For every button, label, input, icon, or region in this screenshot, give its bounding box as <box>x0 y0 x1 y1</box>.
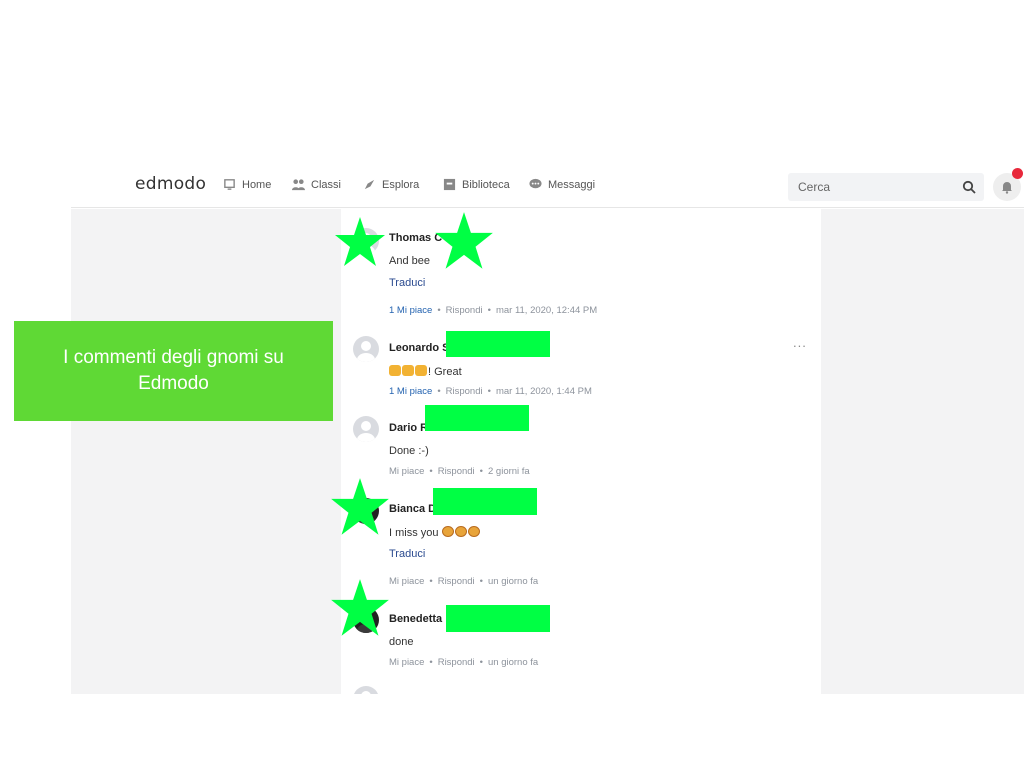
comment-author[interactable]: Dario R <box>389 422 428 434</box>
clapping-hands-icon <box>389 365 401 376</box>
like-button[interactable]: Mi piace <box>389 466 424 477</box>
caption-text: I commenti degli gnomi su Edmodo <box>63 347 284 394</box>
nav-explore[interactable]: Esplora <box>363 178 419 191</box>
comment-author[interactable]: Leonardo S <box>389 342 450 354</box>
notifications-button[interactable] <box>993 168 1023 201</box>
star-icon <box>331 478 389 535</box>
comment-meta: Mi piace • Rispondi • un giorno fa <box>389 657 539 668</box>
reply-button[interactable]: Rispondi <box>446 305 483 316</box>
reply-button[interactable]: Rispondi <box>438 657 475 668</box>
name-redaction <box>446 331 550 357</box>
explore-icon <box>364 179 375 190</box>
crying-face-icon <box>454 526 467 537</box>
name-redaction <box>425 405 529 431</box>
star-icon <box>335 217 385 266</box>
star-icon <box>435 212 493 269</box>
avatar[interactable] <box>353 416 379 442</box>
timestamp: un giorno fa <box>488 576 539 587</box>
reply-button[interactable]: Rispondi <box>446 386 483 397</box>
search-placeholder: Cerca <box>798 180 831 194</box>
nav-messages[interactable]: Messaggi <box>529 178 595 191</box>
comment-text: done <box>389 636 414 648</box>
comment-text-value: ! Great <box>428 366 462 378</box>
search-input[interactable]: Cerca <box>788 173 984 201</box>
like-button[interactable]: 1 Mi piace <box>389 386 432 397</box>
nav-home[interactable]: Home <box>223 178 271 191</box>
avatar[interactable] <box>353 686 379 694</box>
star-icon <box>331 579 389 636</box>
comment-text-value: I miss you <box>389 527 439 539</box>
comment-text: ! Great <box>389 365 462 378</box>
comment-thread: Thomas C And bee Traduci 1 Mi piace • Risp… <box>341 209 821 694</box>
search-icon[interactable] <box>962 180 976 194</box>
name-redaction <box>433 488 537 515</box>
top-navigation-bar: edmodo Home Classi Esplora Biblioteca Me… <box>71 164 1024 208</box>
comment-meta: 1 Mi piace • Rispondi • mar 11, 2020, 1:44 P… <box>389 386 592 397</box>
messages-icon <box>529 178 542 189</box>
nav-explore-label: Esplora <box>382 178 420 191</box>
name-redaction <box>446 605 550 632</box>
comment-text: I miss you <box>389 526 481 539</box>
comment-author[interactable]: Bianca D <box>389 503 436 515</box>
home-icon <box>224 179 235 190</box>
translate-link[interactable]: Traduci <box>389 277 425 289</box>
timestamp: mar 11, 2020, 1:44 PM <box>495 386 592 397</box>
library-icon <box>443 178 456 191</box>
edmodo-logo[interactable]: edmodo <box>135 174 206 194</box>
avatar[interactable] <box>353 336 379 362</box>
timestamp: 2 giorni fa <box>488 466 530 477</box>
slide: edmodo Home Classi Esplora Biblioteca Me… <box>0 0 1024 768</box>
nav-home-label: Home <box>242 178 272 191</box>
like-button[interactable]: Mi piace <box>389 657 424 668</box>
caption-box: I commenti degli gnomi su Edmodo <box>14 321 333 421</box>
comment-text: Done :-) <box>389 445 429 457</box>
nav-classes-label: Classi <box>311 178 341 191</box>
more-options-button[interactable]: ... <box>793 335 807 350</box>
translate-link[interactable]: Traduci <box>389 548 425 560</box>
nav-messages-label: Messaggi <box>548 178 596 191</box>
right-sidebar <box>821 209 1024 694</box>
reply-button[interactable]: Rispondi <box>438 466 475 477</box>
timestamp: un giorno fa <box>488 657 539 668</box>
nav-library[interactable]: Biblioteca <box>443 178 510 191</box>
notification-badge <box>1012 168 1023 179</box>
nav-library-label: Biblioteca <box>462 178 510 191</box>
bell-icon <box>1002 182 1012 194</box>
crying-face-icon <box>441 526 454 537</box>
comment-text: And bee <box>389 255 430 267</box>
timestamp: mar 11, 2020, 12:44 PM <box>495 305 598 316</box>
clapping-hands-icon <box>402 365 414 376</box>
like-button[interactable]: 1 Mi piace <box>389 305 432 316</box>
like-button[interactable]: Mi piace <box>389 576 424 587</box>
classes-icon <box>292 179 305 191</box>
left-sidebar <box>71 209 341 694</box>
comment-author[interactable]: Benedetta <box>389 613 442 625</box>
clapping-hands-icon <box>415 365 427 376</box>
nav-classes[interactable]: Classi <box>292 178 341 191</box>
crying-face-icon <box>467 526 480 537</box>
comment-meta: 1 Mi piace • Rispondi • mar 11, 2020, 12:44 … <box>389 305 598 316</box>
comment-meta: Mi piace • Rispondi • un giorno fa <box>389 576 539 587</box>
comment-meta: Mi piace • Rispondi • 2 giorni fa <box>389 466 530 477</box>
reply-button[interactable]: Rispondi <box>438 576 475 587</box>
